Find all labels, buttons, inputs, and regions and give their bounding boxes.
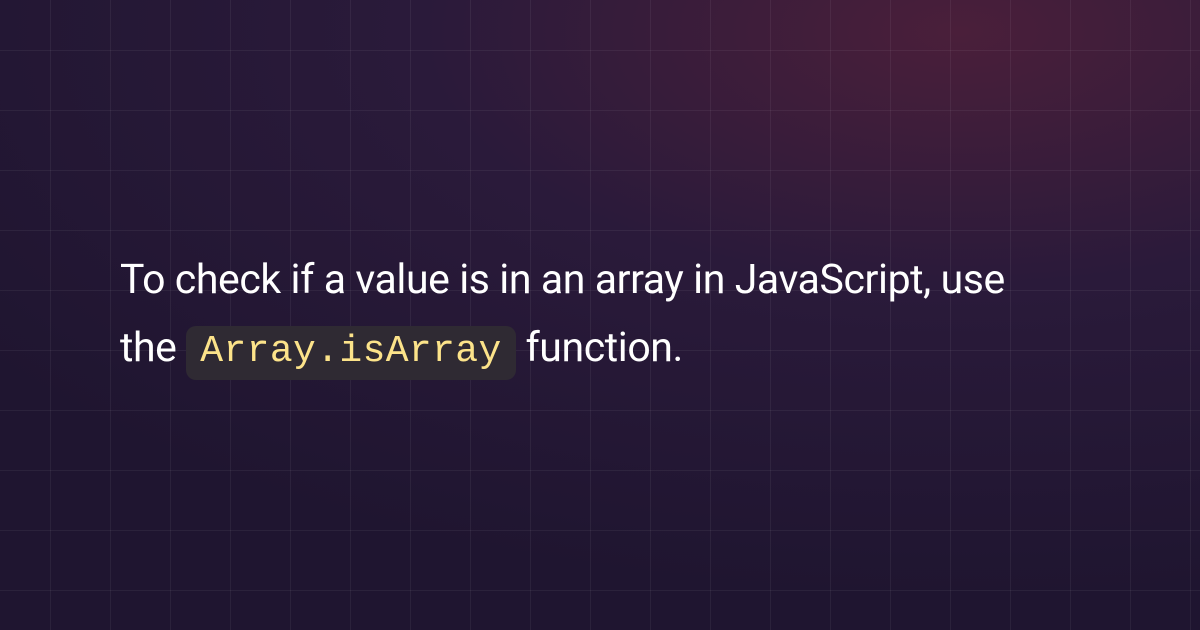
summary-text: To check if a value is in an array in Ja… bbox=[120, 247, 1060, 382]
inline-code: Array.isArray bbox=[186, 326, 515, 380]
summary-text-after: function. bbox=[525, 324, 683, 372]
og-card: To check if a value is in an array in Ja… bbox=[0, 0, 1200, 630]
